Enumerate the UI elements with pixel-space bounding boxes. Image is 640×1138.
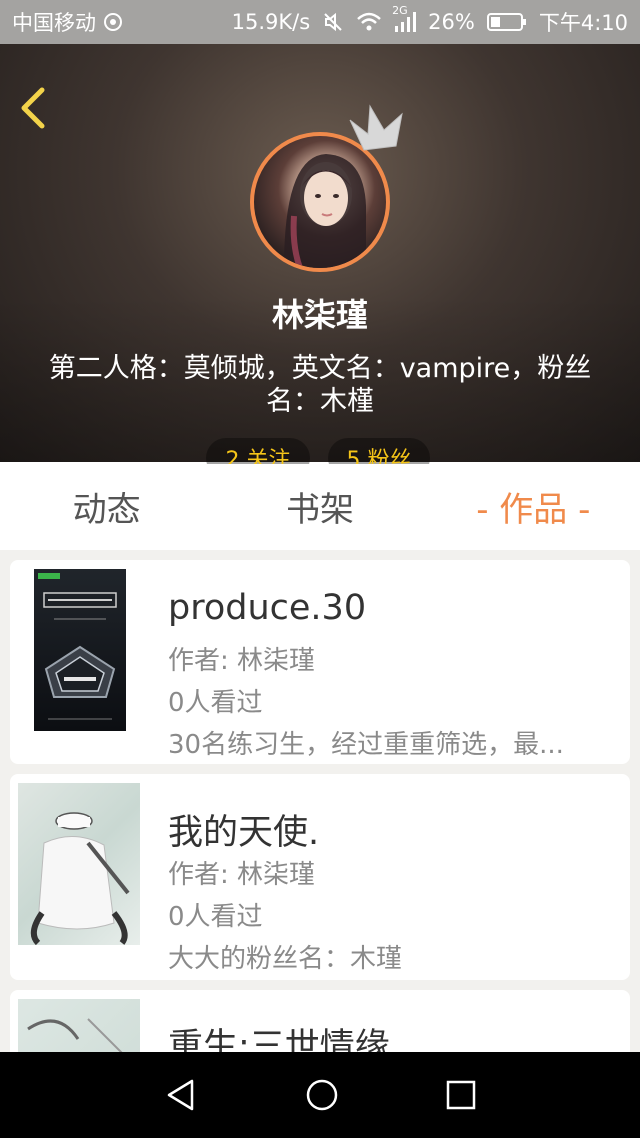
battery-icon	[486, 13, 526, 31]
tab-bookshelf[interactable]: 书架	[213, 482, 426, 531]
list-item[interactable]: 我的天使. 作者: 林柒瑾 0人看过 大大的粉丝名：木瑾	[10, 774, 630, 980]
mute-icon	[324, 12, 342, 32]
profile-bio: 第二人格：莫倾城，英文名：vampire，粉丝名：木槿	[48, 353, 592, 417]
tab-activity[interactable]: 动态	[0, 482, 213, 531]
profile-header: 林柒瑾 第二人格：莫倾城，英文名：vampire，粉丝名：木槿 2 关注 5 粉…	[0, 44, 640, 464]
carrier-name: 中国移动	[12, 11, 96, 35]
system-nav-bar	[0, 1052, 640, 1138]
battery-percent: 26%	[428, 10, 475, 34]
work-description: 大大的粉丝名：木瑾	[168, 944, 403, 974]
nav-back-icon[interactable]	[164, 1078, 198, 1112]
followers-count-button[interactable]: 5 粉丝	[328, 438, 430, 464]
book-cover-image[interactable]	[18, 999, 140, 1052]
signal-group: 2G	[392, 4, 417, 32]
clock: 下午4:10	[538, 11, 628, 35]
work-views: 0人看过	[168, 688, 263, 718]
profile-name: 林柒瑾	[271, 296, 368, 334]
work-author: 作者: 林柒瑾	[168, 860, 316, 890]
back-icon[interactable]	[16, 86, 50, 130]
network-type: 2G	[392, 4, 408, 17]
book-cover-art	[27, 1018, 123, 1052]
wifi-icon	[357, 12, 381, 31]
list-item[interactable]: produce.30 作者: 林柒瑾 0人看过 30名练习生，经过重重筛选，最.…	[10, 560, 630, 764]
work-title[interactable]: produce.30	[168, 588, 366, 628]
avatar-container[interactable]	[250, 104, 403, 272]
work-author: 作者: 林柒瑾	[168, 646, 316, 676]
book-cover-image[interactable]	[18, 783, 140, 945]
work-title[interactable]: 我的天使.	[168, 804, 319, 855]
tab-works[interactable]: - 作品 -	[427, 482, 640, 531]
status-bar: 中国移动 15.9K/s 2G 26% 下午4:10	[0, 0, 640, 44]
work-title[interactable]: 重生:三世情缘	[168, 1018, 390, 1052]
following-count-button[interactable]: 2 关注	[206, 438, 310, 464]
book-cover-art	[30, 812, 130, 945]
list-item[interactable]: 重生:三世情缘	[10, 990, 630, 1052]
nav-home-icon[interactable]	[305, 1078, 339, 1112]
hotspot-icon	[104, 13, 122, 31]
work-views: 0人看过	[168, 902, 263, 932]
status-right: 15.9K/s 2G 26% 下午4:10	[231, 4, 628, 37]
crown-icon	[349, 104, 403, 151]
tab-bar: 动态 书架 - 作品 -	[0, 462, 640, 550]
nav-recents-icon[interactable]	[446, 1080, 476, 1110]
book-cover-image[interactable]	[34, 569, 126, 731]
works-list: produce.30 作者: 林柒瑾 0人看过 30名练习生，经过重重筛选，最.…	[0, 550, 640, 1052]
network-speed: 15.9K/s	[231, 10, 311, 34]
book-cover-art	[38, 573, 117, 720]
carrier-group: 中国移动	[12, 7, 124, 37]
work-description: 30名练习生，经过重重筛选，最...	[168, 730, 564, 760]
